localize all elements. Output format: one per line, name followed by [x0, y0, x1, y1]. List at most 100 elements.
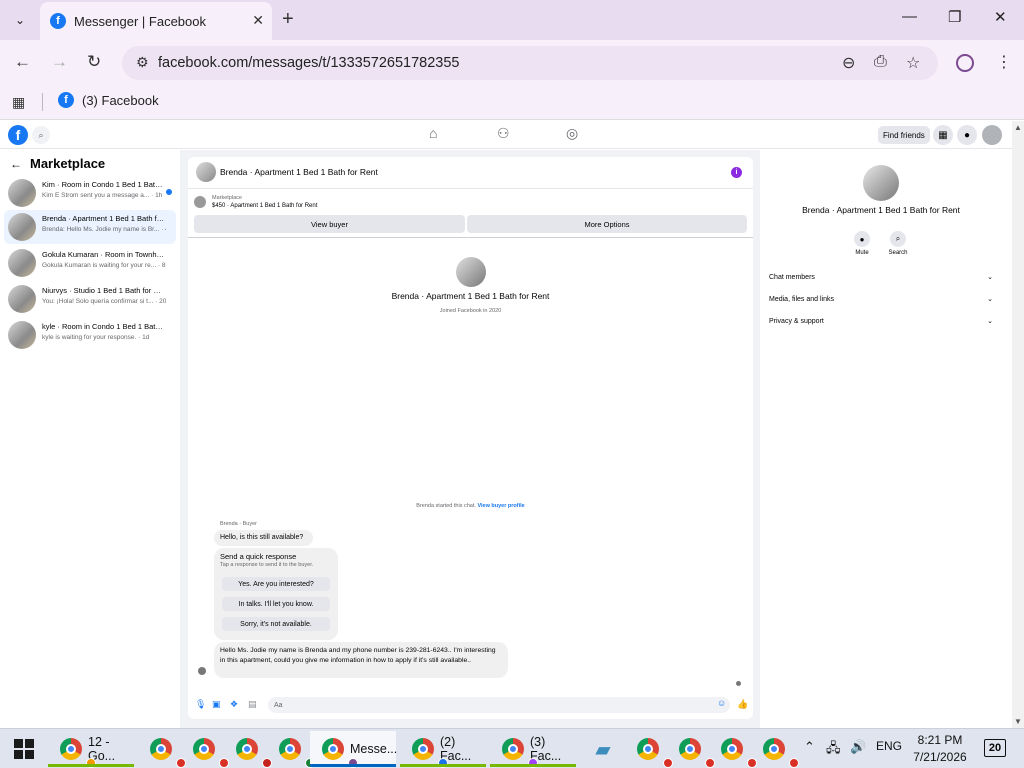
clock[interactable]: 8:21 PM 7/21/2026	[900, 732, 980, 766]
bookmark-star-icon[interactable]: ☆	[906, 53, 920, 73]
site-info-icon[interactable]: ⚙	[136, 54, 149, 71]
section-privacy-support[interactable]: Privacy & support ⌄	[769, 314, 993, 328]
message-text: Hello Ms. Jodie my name is Brenda and my…	[220, 647, 496, 664]
quick-response-button[interactable]: Sorry, it's not available.	[222, 617, 330, 631]
conversation-preview: Brenda: Hello Ms. Jodie my name is Br...…	[42, 226, 166, 233]
taskbar-chrome-profile[interactable]	[181, 731, 229, 768]
notepad-icon[interactable]: ▰	[582, 731, 624, 767]
more-options-button[interactable]: More Options	[467, 215, 747, 233]
conversation-name: kyle · Room in Condo 1 Bed 1 Bath for Re…	[42, 322, 166, 331]
photo-icon[interactable]: ▣	[212, 699, 221, 710]
home-icon[interactable]: ⌂	[429, 125, 437, 141]
show-hidden-icons-chevron-icon[interactable]: ⌃	[804, 739, 815, 755]
search-icon[interactable]: ⌕	[890, 231, 906, 247]
quick-response-button[interactable]: Yes. Are you interested?	[222, 577, 330, 591]
like-thumb-icon[interactable]: 👍	[737, 699, 748, 710]
groups-icon[interactable]: ◎	[566, 125, 578, 142]
taskbar-chrome-window[interactable]: 12 - Go...	[48, 731, 134, 768]
taskbar-chrome-profile[interactable]	[224, 731, 272, 768]
search-icon[interactable]: ⌕	[32, 126, 50, 144]
message-input[interactable]: Aa	[268, 697, 730, 713]
quick-response-subtitle: Tap a response to send it to the buyer.	[220, 562, 314, 568]
close-window-button[interactable]: ✕	[994, 8, 1007, 26]
friends-icon[interactable]: ⚇	[497, 125, 510, 142]
restore-button[interactable]: ❐	[948, 8, 961, 26]
close-tab-icon[interactable]: ✕	[252, 12, 264, 29]
account-avatar[interactable]	[982, 125, 1002, 145]
section-media-files-links[interactable]: Media, files and links ⌄	[769, 292, 993, 306]
info-icon[interactable]: i	[731, 167, 742, 178]
menu-grid-icon[interactable]: ▦	[933, 125, 953, 145]
url-text[interactable]: facebook.com/messages/t/1333572651782355	[158, 55, 460, 71]
new-tab-button[interactable]: +	[282, 8, 294, 31]
notifications-bell-icon[interactable]: ●	[957, 125, 977, 145]
sticker-icon[interactable]: ❖	[230, 699, 238, 710]
forward-button[interactable]: →	[51, 52, 68, 72]
sender-avatar	[198, 667, 206, 675]
chat-title[interactable]: Brenda · Apartment 1 Bed 1 Bath for Rent	[220, 167, 378, 177]
view-buyer-button[interactable]: View buyer	[194, 215, 465, 233]
network-icon[interactable]: 🖧	[826, 739, 841, 761]
bookmark-facebook[interactable]: f (3) Facebook	[58, 92, 159, 108]
browser-menu-icon[interactable]: ⋮	[996, 52, 1012, 72]
taskbar-chrome-profile[interactable]	[267, 731, 315, 768]
gif-icon[interactable]: ▤	[248, 699, 257, 710]
taskbar-chrome-profile[interactable]	[625, 731, 673, 768]
listing-price-title[interactable]: $450 · Apartment 1 Bed 1 Bath for Rent	[212, 203, 317, 209]
chat-avatar[interactable]	[196, 162, 216, 182]
listing-thumbnail[interactable]	[194, 196, 206, 208]
message-bubble: Hello, is this still available?	[214, 530, 313, 546]
notification-center-icon[interactable]: 20	[984, 739, 1006, 757]
windows-start-icon[interactable]	[14, 739, 34, 759]
clock-time: 8:21 PM	[917, 733, 963, 747]
emoji-icon[interactable]: ☺	[717, 698, 726, 708]
search-action[interactable]: ⌕ Search	[878, 231, 918, 256]
minimize-button[interactable]: —	[902, 8, 917, 25]
scroll-down-icon[interactable]: ▼	[1014, 717, 1022, 726]
taskbar-chrome-profile[interactable]	[138, 731, 186, 768]
facebook-logo-icon[interactable]: f	[8, 125, 28, 145]
chrome-icon	[279, 738, 315, 768]
reload-button[interactable]: ↻	[87, 52, 101, 72]
chrome-icon	[721, 738, 757, 768]
taskbar-chrome-profile[interactable]	[709, 731, 757, 768]
page-scrollbar[interactable]: ▲ ▼	[1012, 121, 1024, 728]
conversation-item[interactable]: Kim · Room in Condo 1 Bed 1 Bath for Ren…	[4, 176, 176, 210]
find-friends-button[interactable]: Find friends	[878, 126, 930, 144]
browser-title-bar: ⌄ f Messenger | Facebook ✕ + — ❐ ✕	[0, 0, 1024, 40]
quick-response-button[interactable]: In talks. I'll let you know.	[222, 597, 330, 611]
profile-avatar[interactable]	[455, 257, 486, 287]
back-button[interactable]: ←	[14, 52, 31, 72]
taskbar-facebook3-window[interactable]: (3) Fac...	[490, 731, 576, 768]
language-indicator[interactable]: ENG	[876, 739, 902, 753]
back-arrow-icon[interactable]: ←	[10, 157, 22, 171]
zoom-icon[interactable]: ⊖	[842, 53, 855, 73]
chrome-icon	[236, 738, 272, 768]
taskbar-chrome-profile[interactable]	[751, 731, 799, 768]
conversation-item-active[interactable]: Brenda · Apartment 1 Bed 1 Bath for Rent…	[4, 210, 176, 244]
taskbar-messenger-window[interactable]: Messe...	[310, 731, 397, 768]
volume-icon[interactable]: 🔊	[850, 739, 866, 755]
profile-icon[interactable]	[956, 54, 974, 72]
conversation-item[interactable]: kyle · Room in Condo 1 Bed 1 Bath for Re…	[4, 318, 176, 352]
address-bar[interactable]: ⚙ facebook.com/messages/t/13335726517823…	[122, 46, 938, 80]
taskbar-facebook2-window[interactable]: (2) Fac...	[400, 731, 486, 768]
taskbar-chrome-profile[interactable]	[667, 731, 715, 768]
view-buyer-profile-link[interactable]: View buyer profile	[477, 503, 524, 509]
profile-name: Brenda · Apartment 1 Bed 1 Bath for Rent	[391, 291, 550, 301]
details-avatar[interactable]	[863, 165, 899, 201]
message-placeholder: Aa	[274, 701, 283, 709]
taskbar-label: (3) Fac...	[530, 735, 562, 763]
tab-search-button[interactable]: ⌄	[8, 8, 32, 32]
chrome-icon	[502, 738, 538, 768]
apps-grid-icon[interactable]: ▦	[12, 94, 25, 111]
microphone-icon[interactable]: 🎙	[195, 699, 206, 710]
install-app-icon[interactable]: ⎙	[874, 53, 887, 71]
active-tab[interactable]: f Messenger | Facebook ✕	[40, 2, 272, 40]
mute-action[interactable]: ● Mute	[842, 231, 882, 256]
section-chat-members[interactable]: Chat members ⌄	[769, 270, 993, 284]
scroll-up-icon[interactable]: ▲	[1014, 123, 1022, 132]
conversation-item[interactable]: Niurvys · Studio 1 Bed 1 Bath for Rent Y…	[4, 282, 176, 316]
conversation-item[interactable]: Gokula Kumaran · Room in Townhouse Gokul…	[4, 246, 176, 280]
bell-icon[interactable]: ●	[854, 231, 870, 247]
